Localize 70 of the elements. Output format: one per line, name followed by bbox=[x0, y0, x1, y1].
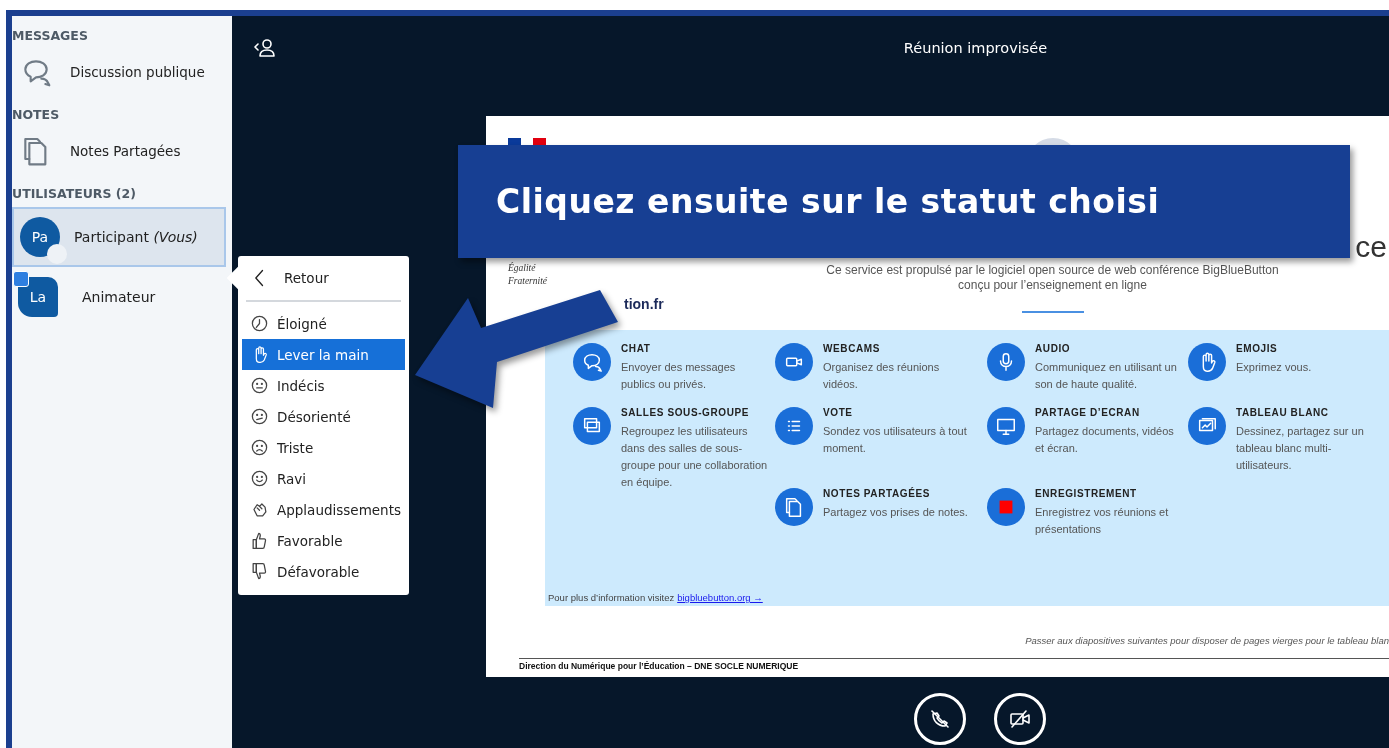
slide-subtitle: Ce service est propulsé par le logiciel open source de web conférence BigBlueButton conçu pour l’enseignement en ligne bbox=[826, 263, 1279, 293]
motto-text: Fraternité bbox=[508, 275, 549, 288]
slide-note: Passer aux diapositives suivantes pour disposer de pages vierges pour le tableau blan bbox=[1024, 635, 1389, 646]
status-option[interactable]: Indécis bbox=[242, 370, 405, 401]
feature-title: TABLEAU BLANC bbox=[1236, 407, 1330, 419]
chat-bubbles-icon bbox=[581, 351, 603, 373]
user-avatar: Pa bbox=[20, 217, 60, 257]
feature-description: Partagez vos prises de notes. bbox=[823, 505, 969, 520]
feature-title: VOTE bbox=[823, 407, 854, 419]
instruction-banner: Cliquez ensuite sur le statut choisi bbox=[458, 145, 1350, 258]
camera-slashed-icon bbox=[1008, 707, 1032, 731]
item-label: Notes Partagées bbox=[70, 143, 181, 159]
slide-title: ce bbox=[1355, 230, 1387, 264]
feature-description: Partagez documents, vidéos et écran. bbox=[1035, 424, 1175, 456]
section-heading: UTILISATEURS (2) bbox=[12, 185, 137, 203]
feature-title: NOTES PARTAGÉES bbox=[823, 488, 931, 500]
user-name: Participant (Vous) bbox=[74, 229, 198, 245]
status-option[interactable]: Lever la main bbox=[242, 339, 405, 370]
feature-description: Dessinez, partagez sur un tableau blanc multi-utilisateurs. bbox=[1236, 424, 1365, 473]
feature-description: Enregistrez vos réunions et présentations bbox=[1035, 505, 1170, 537]
thumbs-up-icon bbox=[250, 531, 269, 550]
logo-text: tion.fr bbox=[624, 296, 664, 312]
feature-title: WEBCAMS bbox=[823, 343, 881, 355]
status-option[interactable]: Éloigné bbox=[242, 308, 405, 339]
phone-slashed-icon bbox=[928, 707, 952, 731]
feature-title: AUDIO bbox=[1035, 343, 1072, 355]
feature-description: Envoyer des messages publics ou privés. bbox=[621, 360, 737, 392]
feature-title: CHAT bbox=[621, 343, 652, 355]
feature-title: ENREGISTREMENT bbox=[1035, 488, 1138, 500]
user-name: Animateur bbox=[82, 289, 156, 305]
feature-title: SALLES SOUS-GROUPE bbox=[621, 407, 751, 419]
status-option[interactable]: Applaudissements bbox=[242, 494, 405, 525]
smiley-face-icon bbox=[250, 469, 269, 488]
motto-text: Égalité bbox=[508, 262, 537, 275]
user-chevron-icon bbox=[252, 36, 276, 60]
thumbs-down-icon bbox=[250, 562, 269, 581]
avatar-status-dot bbox=[47, 244, 67, 264]
section-heading: NOTES bbox=[12, 106, 61, 124]
feature-description: Sondez vos utilisateurs à tout moment. bbox=[823, 424, 968, 456]
feature-description: Exprimez vous. bbox=[1236, 360, 1313, 375]
clapping-hands-icon bbox=[250, 500, 269, 519]
sidebar-item[interactable]: Notes Partagées bbox=[12, 128, 232, 174]
slide-footer: Direction du Numérique pour l’Éducation – DNE SOCLE NUMERIQUE bbox=[519, 658, 1389, 671]
section-heading: MESSAGES bbox=[12, 27, 89, 45]
status-option[interactable]: Triste bbox=[242, 432, 405, 463]
user-row[interactable]: Pa Participant (Vous) bbox=[12, 207, 226, 267]
back-button[interactable]: Retour bbox=[246, 256, 401, 302]
user-avatar: La bbox=[18, 277, 58, 317]
sad-face-icon bbox=[250, 438, 269, 457]
info-text: Pour plus d’information visitez bbox=[548, 592, 675, 603]
user-row[interactable]: La Animateur bbox=[12, 267, 226, 327]
users-toggle-button[interactable] bbox=[252, 36, 276, 60]
status-option[interactable]: Désorienté bbox=[242, 401, 405, 432]
sidebar-item[interactable]: Discussion publique bbox=[12, 49, 232, 95]
status-option[interactable]: Ravi bbox=[242, 463, 405, 494]
feature-description: Communiquez en utilisant un son de haute qualité. bbox=[1035, 360, 1178, 392]
clock-icon bbox=[250, 314, 269, 333]
status-option[interactable]: Défavorable bbox=[242, 556, 405, 587]
website-link[interactable]: bigbluebutton.org → bbox=[677, 592, 763, 603]
neutral-face-icon bbox=[250, 376, 269, 395]
feature-title: EMOJIS bbox=[1236, 343, 1279, 355]
feature-title: PARTAGE D’ECRAN bbox=[1035, 407, 1141, 419]
confused-face-icon bbox=[250, 407, 269, 426]
audio-button[interactable] bbox=[914, 693, 966, 745]
status-option[interactable]: Favorable bbox=[242, 525, 405, 556]
meeting-title: Réunion improvisée bbox=[902, 40, 1049, 56]
item-label: Discussion publique bbox=[70, 64, 205, 80]
feature-description: Organisez des réunions vidéos. bbox=[823, 360, 941, 392]
video-button[interactable] bbox=[994, 693, 1046, 745]
feature-description: Regroupez les utilisateurs dans des salles de sous-groupe pour une collaboration en équipe. bbox=[621, 424, 769, 490]
